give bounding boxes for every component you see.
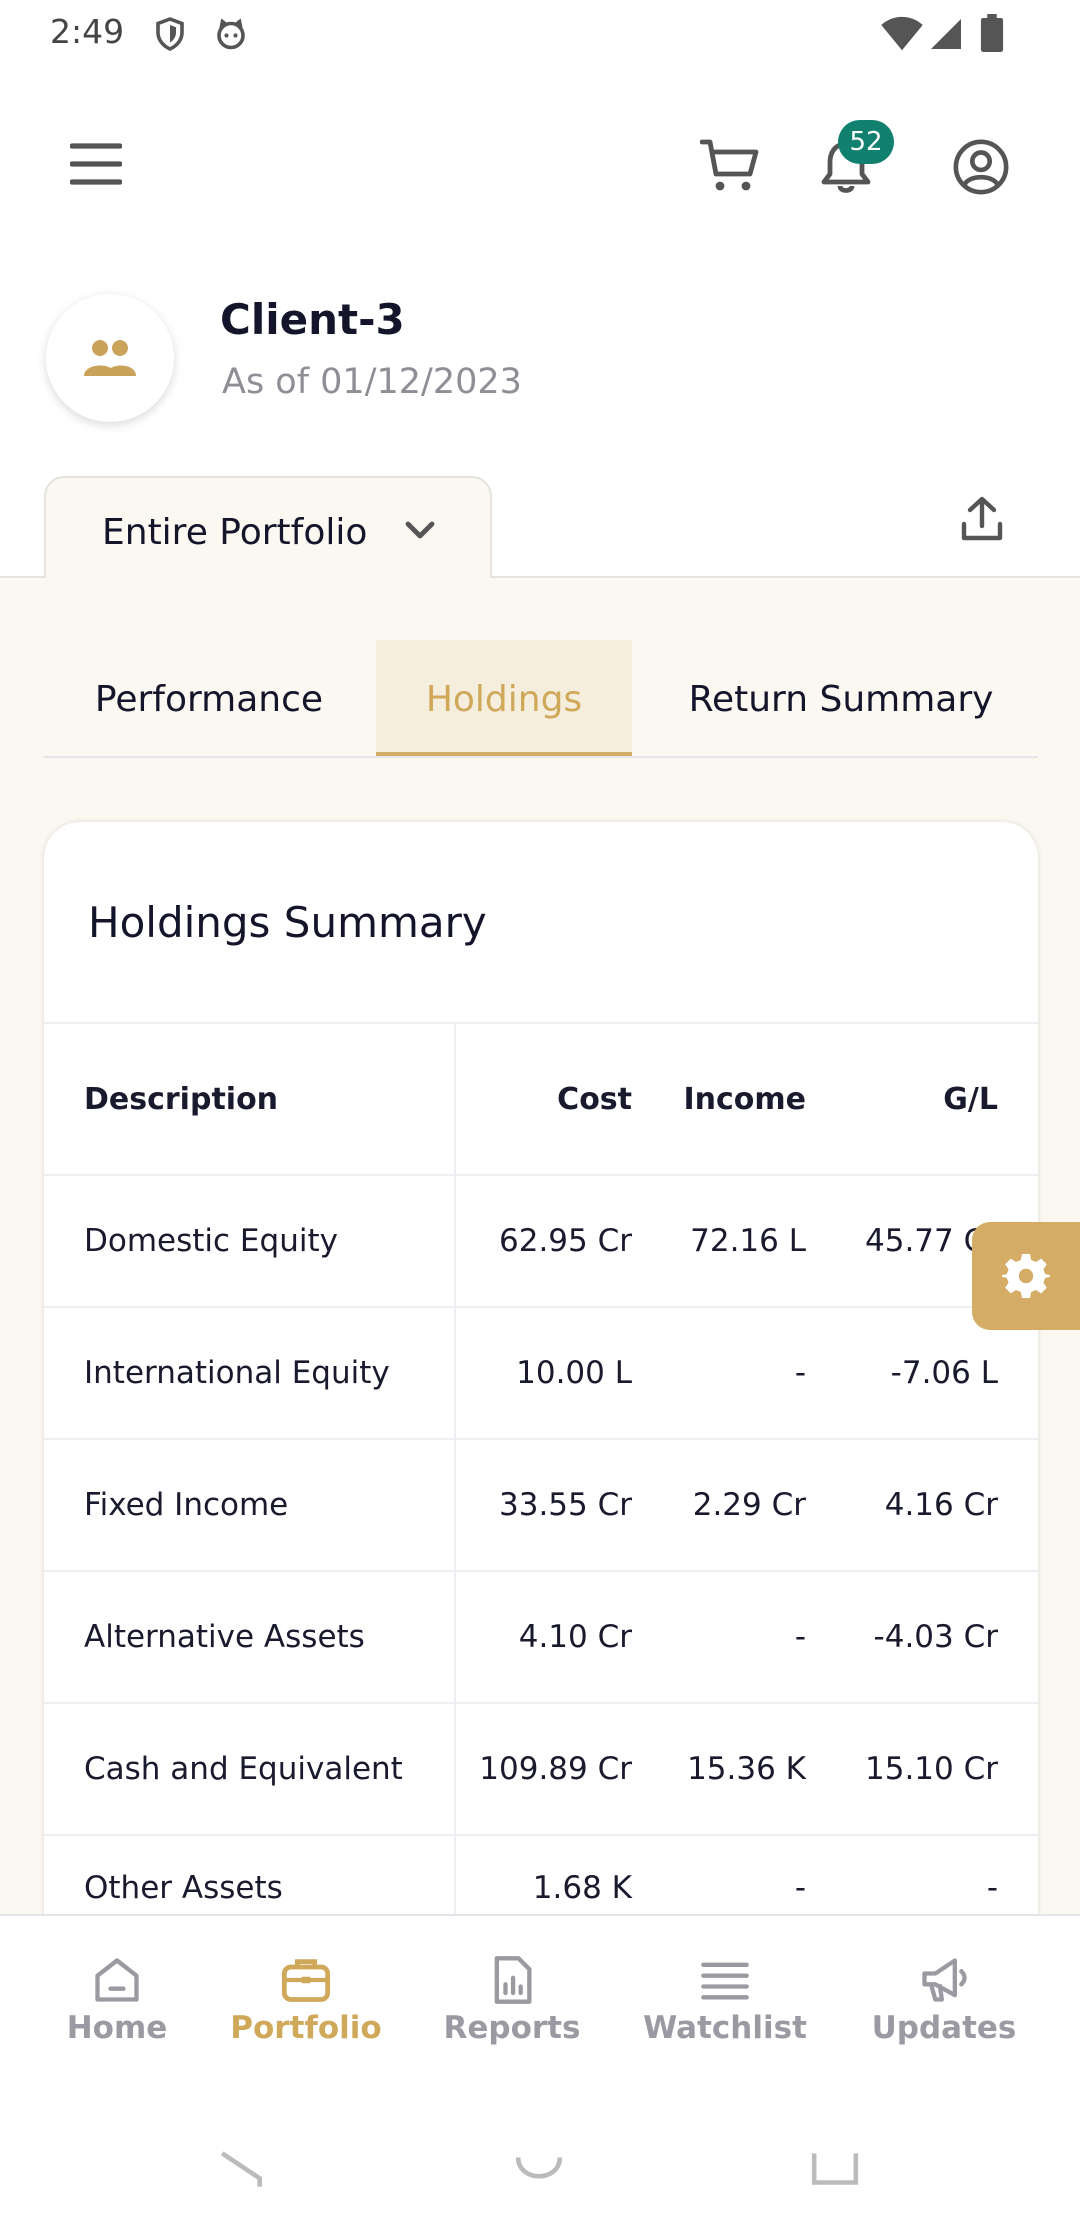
card-title: Holdings Summary: [88, 898, 487, 947]
row-income: 15.36 K: [687, 1751, 806, 1787]
battery-icon: [980, 14, 1004, 52]
nav-home-label: Home: [66, 2010, 168, 2046]
row-income: 2.29 Cr: [692, 1487, 806, 1523]
status-time: 2:49: [50, 12, 125, 51]
gear-icon: [1002, 1254, 1050, 1298]
system-navigation-bar: [0, 2064, 1080, 2220]
table-row[interactable]: Fixed Income 33.55 Cr 2.29 Cr 4.16 Cr: [44, 1438, 1038, 1570]
table-row[interactable]: Domestic Equity 62.95 Cr 72.16 L 45.77 C…: [44, 1174, 1038, 1306]
table-row[interactable]: Alternative Assets 4.10 Cr - -4.03 Cr: [44, 1570, 1038, 1702]
back-icon[interactable]: [218, 2148, 268, 2192]
table-row[interactable]: International Equity 10.00 L - -7.06 L: [44, 1306, 1038, 1438]
tab-holdings[interactable]: Holdings: [376, 640, 632, 756]
tab-performance[interactable]: Performance: [44, 640, 374, 756]
table-header-row: Description Cost Income G/L: [44, 1022, 1038, 1174]
recents-icon[interactable]: [810, 2148, 860, 2192]
row-description: Fixed Income: [84, 1487, 289, 1523]
bottom-navigation: Home Portfolio Reports Watchlist Updates: [0, 1914, 1080, 2064]
row-income: -: [794, 1619, 806, 1655]
row-description: Other Assets: [84, 1870, 283, 1906]
home-icon: [95, 1958, 139, 2002]
row-gl: -7.06 L: [890, 1355, 998, 1391]
briefcase-icon: [281, 1959, 331, 2002]
nav-watchlist-label: Watchlist: [643, 2010, 807, 2046]
report-icon: [494, 1956, 532, 2004]
portfolio-tabs: Performance Holdings Return Summary: [44, 640, 1038, 758]
holdings-summary-card: Holdings Summary Description Cost Income…: [44, 822, 1038, 1922]
nav-reports[interactable]: Reports: [428, 1916, 596, 2066]
tab-return-summary[interactable]: Return Summary: [644, 640, 1038, 756]
users-icon: [84, 340, 136, 376]
signal-icon: [931, 19, 961, 49]
portfolio-dropdown[interactable]: Entire Portfolio: [44, 476, 492, 578]
wifi-icon: [881, 16, 923, 51]
chevron-down-icon: [405, 521, 435, 539]
row-cost: 109.89 Cr: [479, 1751, 632, 1787]
android-cat-icon: [217, 18, 245, 50]
row-gl: 4.16 Cr: [884, 1487, 998, 1523]
app-header: 52: [0, 100, 1080, 230]
client-avatar: [46, 294, 174, 422]
row-description: Alternative Assets: [84, 1619, 365, 1655]
column-header-description: Description: [84, 1081, 279, 1117]
row-cost: 62.95 Cr: [499, 1223, 632, 1259]
settings-button[interactable]: [972, 1222, 1080, 1330]
nav-reports-label: Reports: [443, 2010, 581, 2046]
row-description: Cash and Equivalent: [84, 1751, 403, 1787]
nav-home[interactable]: Home: [40, 1916, 194, 2066]
portfolio-dropdown-value: Entire Portfolio: [102, 512, 368, 553]
shield-icon: [156, 17, 184, 51]
row-cost: 1.68 K: [532, 1870, 632, 1906]
row-income: -: [794, 1870, 806, 1906]
row-cost: 10.00 L: [516, 1355, 632, 1391]
notification-badge: 52: [838, 120, 894, 164]
cart-icon[interactable]: [700, 138, 760, 194]
share-icon[interactable]: [958, 496, 1006, 544]
row-description: Domestic Equity: [84, 1223, 338, 1259]
row-cost: 4.10 Cr: [518, 1619, 632, 1655]
nav-updates-label: Updates: [871, 2010, 1017, 2046]
row-gl: -4.03 Cr: [873, 1619, 998, 1655]
nav-portfolio[interactable]: Portfolio: [224, 1916, 388, 2066]
column-header-gl: G/L: [943, 1081, 998, 1117]
table-row[interactable]: Cash and Equivalent 109.89 Cr 15.36 K 15…: [44, 1702, 1038, 1834]
status-bar: 2:49: [0, 0, 1080, 66]
client-name: Client-3: [220, 295, 405, 344]
row-gl: 15.10 Cr: [865, 1751, 998, 1787]
column-header-cost: Cost: [557, 1081, 632, 1117]
row-income: -: [794, 1355, 806, 1391]
nav-updates[interactable]: Updates: [860, 1916, 1028, 2066]
nav-portfolio-label: Portfolio: [230, 2010, 382, 2046]
nav-watchlist[interactable]: Watchlist: [630, 1916, 820, 2066]
row-cost: 33.55 Cr: [499, 1487, 632, 1523]
home-circle-icon[interactable]: [514, 2148, 564, 2192]
column-header-income: Income: [683, 1081, 806, 1117]
list-icon: [701, 1962, 749, 2000]
row-description: International Equity: [84, 1355, 390, 1391]
row-gl: -: [986, 1870, 998, 1906]
as-of-date: As of 01/12/2023: [222, 362, 522, 402]
table-row[interactable]: Other Assets 1.68 K - -: [44, 1834, 1038, 1922]
row-income: 72.16 L: [690, 1223, 806, 1259]
megaphone-icon: [922, 1958, 967, 2002]
menu-icon[interactable]: [70, 142, 122, 186]
profile-icon[interactable]: [952, 138, 1010, 196]
row-gl: 45.77 Cr: [865, 1223, 998, 1259]
